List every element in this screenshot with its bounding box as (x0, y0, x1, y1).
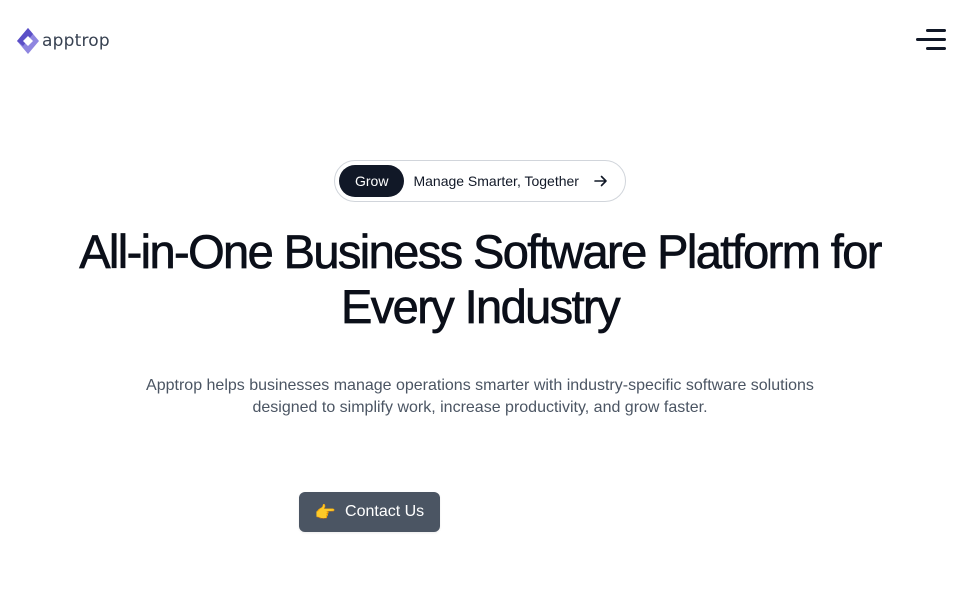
contact-us-label: Contact Us (345, 503, 425, 520)
arrow-right-icon (594, 174, 608, 188)
menu-button[interactable] (914, 27, 946, 53)
landing-page: apptrop Grow Manage Smarter, Together Al… (0, 0, 960, 600)
hero-subtitle: Apptrop helps businesses manage operatio… (120, 375, 840, 419)
pill-text: Manage Smarter, Together (413, 173, 579, 189)
logo-icon (17, 28, 39, 54)
subtitle-line-2: designed to simplify work, increase prod… (252, 399, 708, 416)
headline-line-1: All-in-One Business Software Platform fo… (79, 225, 883, 279)
menu-icon (926, 29, 946, 32)
site-header: apptrop (0, 0, 960, 80)
logo-text: apptrop (42, 31, 110, 51)
headline-line-2: Every Industry (341, 280, 621, 334)
announcement-pill[interactable]: Grow Manage Smarter, Together (334, 160, 626, 202)
pointing-hand-icon: 👉 (314, 502, 337, 522)
menu-icon-line (926, 47, 946, 50)
pill-badge: Grow (339, 165, 405, 197)
subtitle-line-1: Apptrop helps businesses manage operatio… (146, 377, 814, 394)
contact-us-button[interactable]: 👉 Contact Us (299, 492, 440, 532)
hero-headline: All-in-One Business Software Platform fo… (0, 224, 960, 334)
logo-link[interactable]: apptrop (16, 27, 110, 55)
menu-icon-line (916, 38, 946, 41)
